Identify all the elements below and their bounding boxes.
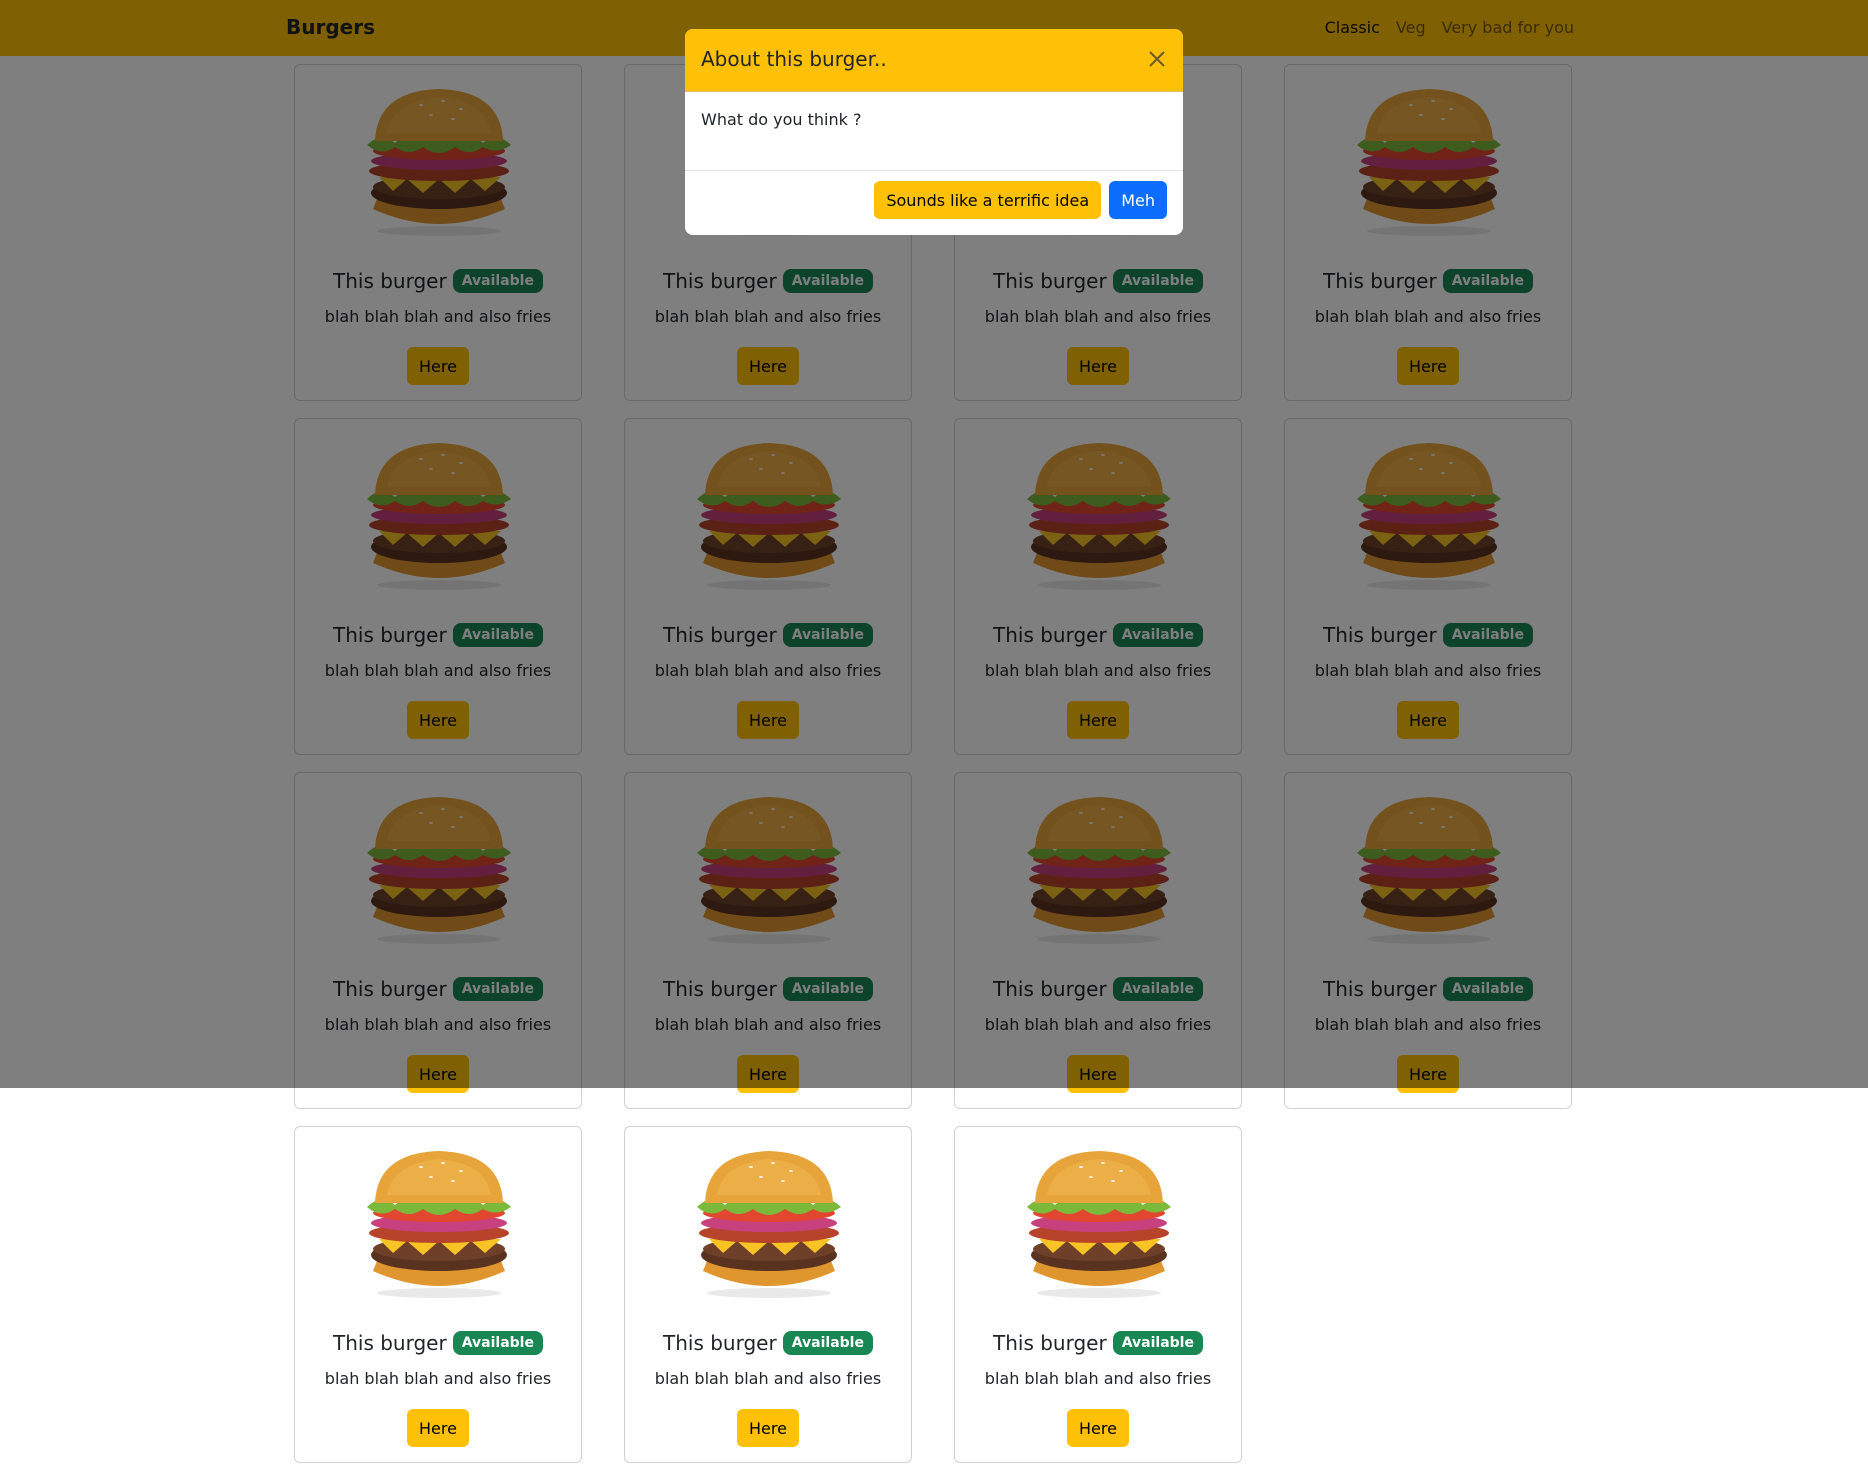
- status-badge: Available: [452, 1331, 543, 1355]
- card-title: This burger: [663, 1331, 777, 1355]
- here-button[interactable]: Here: [407, 1409, 469, 1447]
- burger-image: [367, 1151, 511, 1298]
- burger-card: This burger Available blah blah blah and…: [294, 1126, 582, 1463]
- burger-card: This burger Available blah blah blah and…: [624, 1126, 912, 1463]
- modal-footer: Sounds like a terrific idea Meh: [874, 181, 1167, 219]
- close-icon: [1149, 51, 1165, 67]
- card-text: blah blah blah and also fries: [654, 1369, 882, 1388]
- burger-image: [1027, 1151, 1171, 1298]
- modal-dialog: About this burger.. What do you think ? …: [685, 29, 1183, 235]
- meh-button[interactable]: Meh: [1109, 181, 1167, 219]
- here-button[interactable]: Here: [1067, 1409, 1129, 1447]
- status-badge: Available: [782, 1331, 873, 1355]
- card-title-row: This burger Available: [625, 1331, 911, 1355]
- close-button[interactable]: [1143, 45, 1171, 73]
- card-text: blah blah blah and also fries: [324, 1369, 552, 1388]
- card-title: This burger: [333, 1331, 447, 1355]
- modal-title: About this burger..: [701, 47, 887, 71]
- modal-body: What do you think ?: [685, 92, 1183, 171]
- card-title-row: This burger Available: [295, 1331, 581, 1355]
- status-badge: Available: [1112, 1331, 1203, 1355]
- confirm-button[interactable]: Sounds like a terrific idea: [874, 181, 1102, 219]
- card-text: blah blah blah and also fries: [984, 1369, 1212, 1388]
- card-title-row: This burger Available: [955, 1331, 1241, 1355]
- card-title: This burger: [993, 1331, 1107, 1355]
- burger-card: This burger Available blah blah blah and…: [954, 1126, 1242, 1463]
- modal-header: About this burger..: [685, 29, 1183, 92]
- burger-image: [697, 1151, 841, 1298]
- here-button[interactable]: Here: [737, 1409, 799, 1447]
- page: Burgers Classic Veg Very bad for you: [0, 0, 1868, 1470]
